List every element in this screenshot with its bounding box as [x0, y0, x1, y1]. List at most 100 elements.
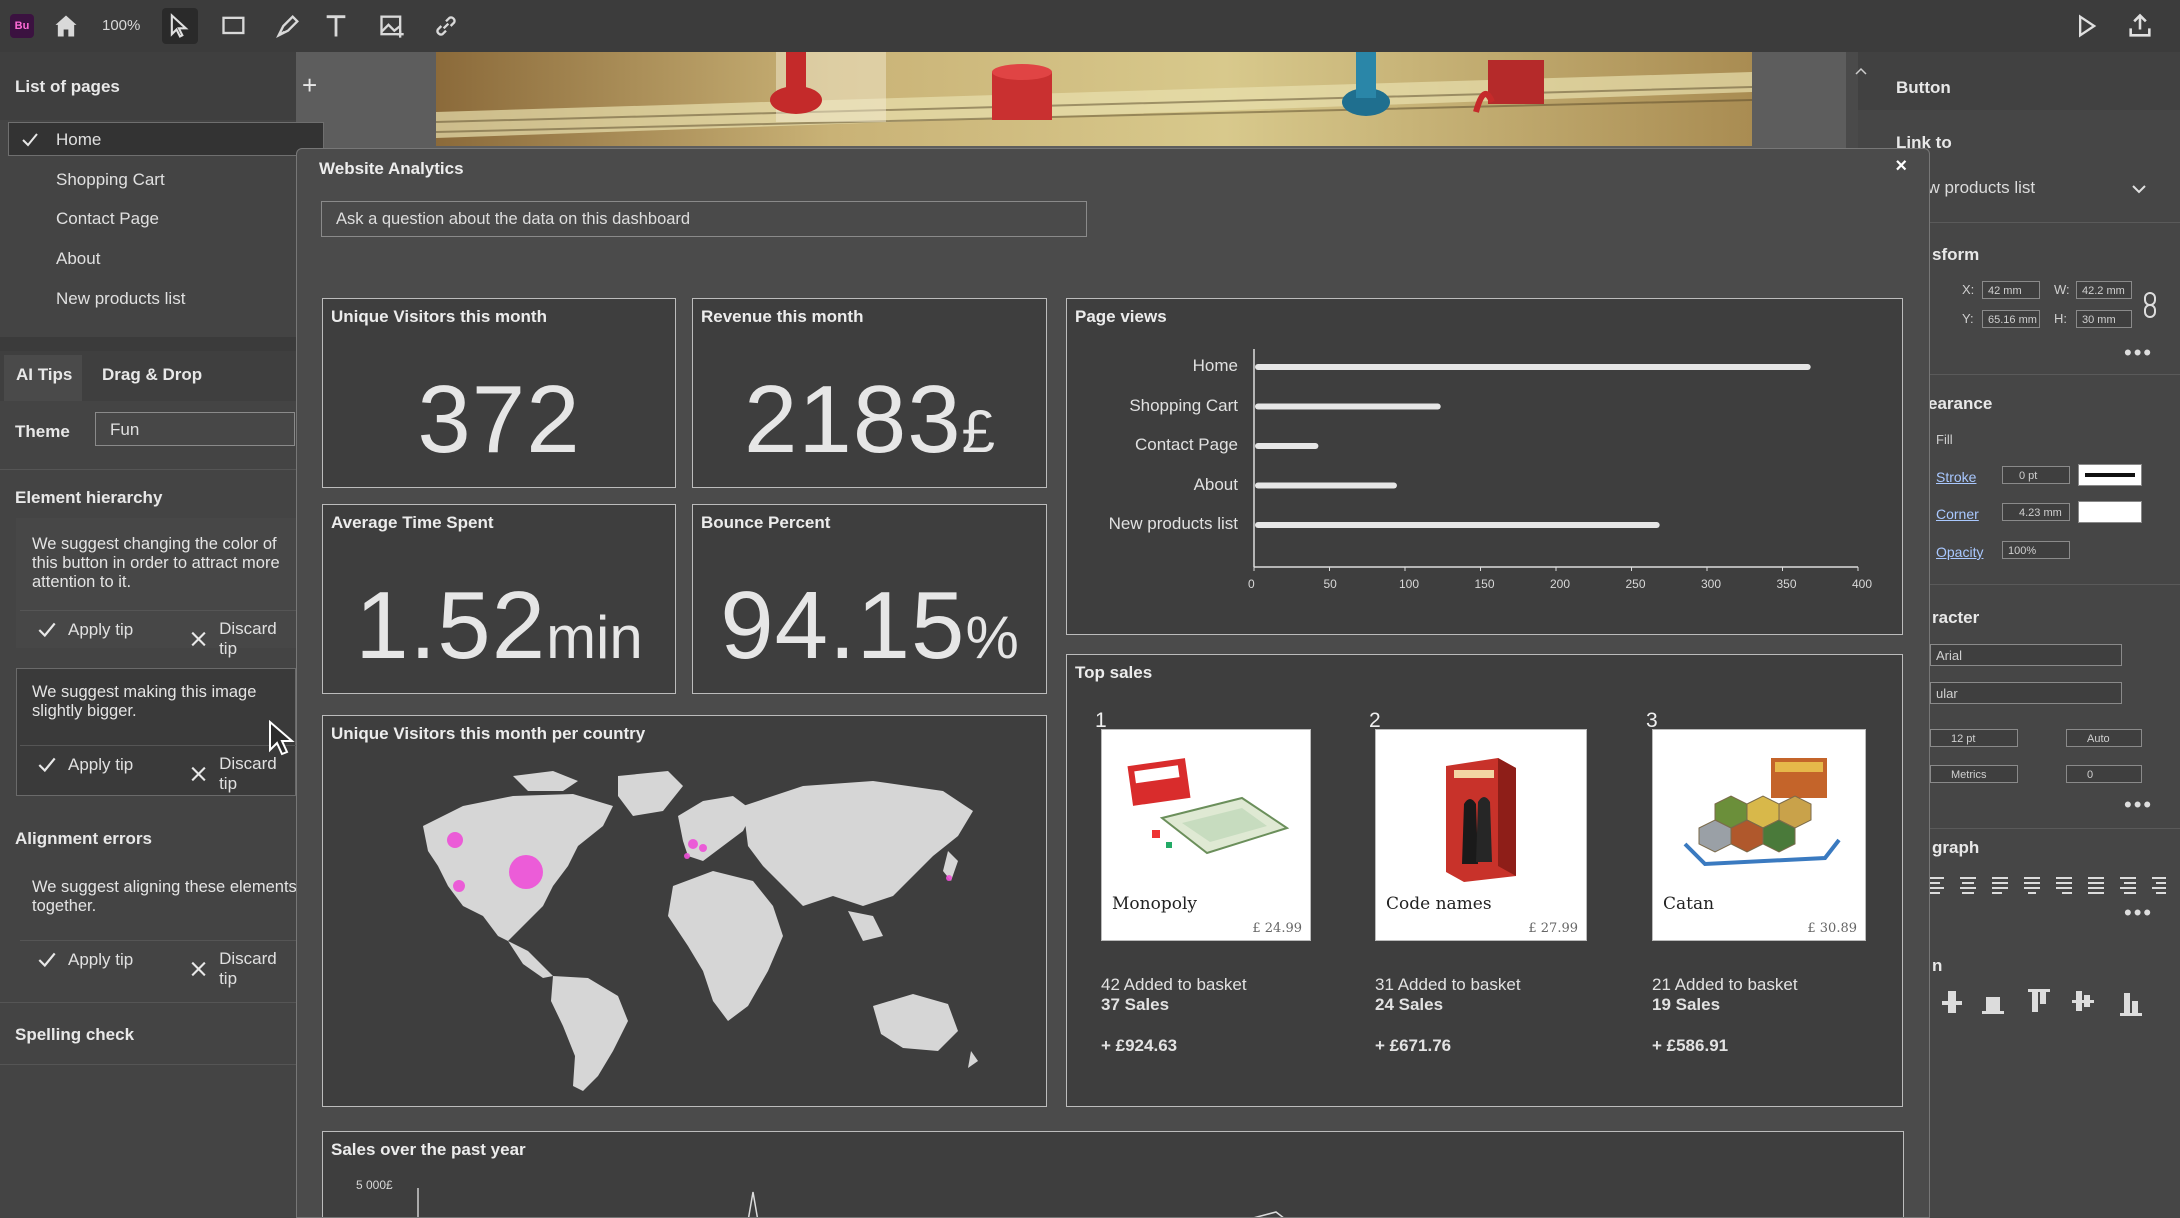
select-icon[interactable] — [162, 8, 198, 44]
x-tick-label: 300 — [1701, 577, 1722, 591]
h-field[interactable]: 30 mm — [2076, 310, 2132, 328]
w-field[interactable]: 42.2 mm — [2076, 281, 2132, 299]
divider — [20, 940, 296, 941]
more-icon[interactable]: ••• — [2124, 340, 2153, 366]
tracking-field[interactable]: 0 — [2066, 765, 2142, 783]
page-item-home[interactable]: Home — [56, 130, 101, 150]
question-input[interactable] — [321, 201, 1087, 237]
close-icon[interactable]: × — [1895, 155, 1907, 178]
product-price: £ 30.89 — [1807, 921, 1857, 936]
added-to-basket: 21 Added to basket — [1652, 975, 1798, 994]
element-hierarchy-title: Element hierarchy — [15, 488, 163, 507]
close-icon — [191, 961, 206, 977]
object-align-icons[interactable] — [1938, 987, 2168, 1017]
stroke-swatch[interactable] — [2078, 464, 2142, 486]
paragraph-title: graph — [1932, 838, 1980, 857]
lock-ratio-icon[interactable] — [2140, 290, 2160, 320]
discard-tip-button[interactable]: Discard tip — [188, 949, 296, 989]
theme-label: Theme — [15, 422, 70, 441]
export-icon[interactable] — [2122, 8, 2158, 44]
number: 1.52 — [355, 572, 547, 679]
add-page-icon[interactable]: + — [302, 70, 317, 101]
sales-year-card: Sales over the past year 5 000£ — [322, 1131, 1904, 1217]
character-title: racter — [1932, 608, 1980, 627]
tab-drag-drop[interactable]: Drag & Drop — [86, 355, 218, 395]
rectangle-icon[interactable] — [216, 8, 252, 44]
leading-field[interactable]: Auto — [2066, 729, 2142, 747]
link-to-value[interactable]: ew products list — [1918, 178, 2035, 198]
tip-text: We suggest aligning these elements toget… — [32, 878, 297, 915]
close-icon — [191, 766, 206, 782]
transform-title: sform — [1932, 245, 1980, 264]
link-icon[interactable] — [428, 8, 464, 44]
added-to-basket: 31 Added to basket — [1375, 975, 1521, 994]
bar — [1255, 403, 1441, 410]
apply-tip-button[interactable]: Apply tip — [36, 619, 133, 641]
card-title: Revenue this month — [701, 307, 864, 326]
product-card-catan[interactable]: Catan £ 30.89 — [1652, 729, 1866, 941]
image-icon[interactable] — [374, 8, 410, 44]
number: 2183 — [744, 366, 962, 473]
divider — [20, 745, 296, 746]
kerning-field[interactable]: Metrics — [1930, 765, 2018, 783]
page-item-contact[interactable]: Contact Page — [56, 209, 159, 229]
opacity-field[interactable]: 100% — [2002, 541, 2070, 559]
text-icon[interactable] — [318, 8, 354, 44]
x-tick-label: 100 — [1399, 577, 1420, 591]
corner-swatch[interactable] — [2078, 501, 2142, 523]
x-tick-label: 400 — [1852, 577, 1873, 591]
opacity-label[interactable]: Opacity — [1936, 544, 1983, 560]
product-card-monopoly[interactable]: Monopoly £ 24.99 — [1101, 729, 1311, 941]
check-icon — [38, 952, 56, 968]
world-map — [423, 771, 978, 1091]
discard-tip-button[interactable]: Discard tip — [188, 754, 296, 794]
check-icon — [38, 757, 56, 773]
revenue-value: 2183£ — [693, 365, 1046, 475]
discard-tip-label: Discard tip — [219, 754, 277, 793]
left-panel: List of pages + Home Shopping Cart Conta… — [0, 52, 324, 1218]
apply-tip-button[interactable]: Apply tip — [36, 949, 133, 971]
apply-tip-button[interactable]: Apply tip — [36, 754, 133, 776]
x-tick-label: 150 — [1474, 577, 1495, 591]
play-icon[interactable] — [2068, 8, 2104, 44]
tab-ai-tips[interactable]: AI Tips — [0, 355, 88, 395]
more-icon[interactable]: ••• — [2124, 792, 2153, 818]
corner-field[interactable]: 4.23 mm — [2002, 503, 2070, 521]
stroke-label[interactable]: Stroke — [1936, 469, 1976, 485]
zoom-level[interactable]: 100% — [102, 17, 140, 34]
bar — [1255, 443, 1319, 449]
number: 372 — [417, 366, 581, 473]
paragraph-align-icons[interactable] — [1928, 874, 2168, 896]
theme-select[interactable]: Fun — [95, 412, 295, 446]
font-size-field[interactable]: 12 pt — [1930, 729, 2018, 747]
appearance-title: earance — [1928, 394, 1993, 413]
pen-icon[interactable] — [270, 8, 306, 44]
x-tick-label: 50 — [1323, 577, 1337, 591]
x-field[interactable]: 42 mm — [1982, 281, 2040, 299]
page-item-about[interactable]: About — [56, 249, 100, 269]
spelling-check-title: Spelling check — [15, 1025, 135, 1044]
discard-tip-label: Discard tip — [219, 949, 277, 988]
hero-image[interactable] — [436, 52, 1752, 146]
corner-label[interactable]: Corner — [1936, 506, 1979, 522]
alignment-errors-title: Alignment errors — [15, 829, 152, 848]
app-logo: Bu — [10, 14, 34, 38]
more-icon[interactable]: ••• — [2124, 900, 2153, 926]
chevron-down-icon[interactable] — [2130, 180, 2148, 198]
bounce-value: 94.15% — [693, 571, 1046, 681]
style-select[interactable]: ular — [1930, 682, 2122, 704]
monopoly-image — [1127, 758, 1290, 855]
font-select[interactable]: Arial — [1930, 644, 2122, 666]
properties-title: Button — [1896, 78, 1951, 97]
fill-label: Fill — [1936, 432, 1953, 447]
stroke-field[interactable]: 0 pt — [2002, 466, 2070, 484]
chevron-up-icon[interactable] — [1854, 66, 1868, 76]
discard-tip-button[interactable]: Discard tip — [188, 619, 296, 659]
product-card-codenames[interactable]: Code names £ 27.99 — [1375, 729, 1587, 941]
unique-visitors-value: 372 — [323, 365, 675, 475]
top-toolbar: Bu 100% — [0, 0, 2180, 52]
y-field[interactable]: 65.16 mm — [1982, 310, 2040, 328]
page-item-shopping-cart[interactable]: Shopping Cart — [56, 170, 165, 190]
home-icon[interactable] — [48, 8, 84, 44]
page-item-new-products[interactable]: New products list — [56, 289, 185, 309]
